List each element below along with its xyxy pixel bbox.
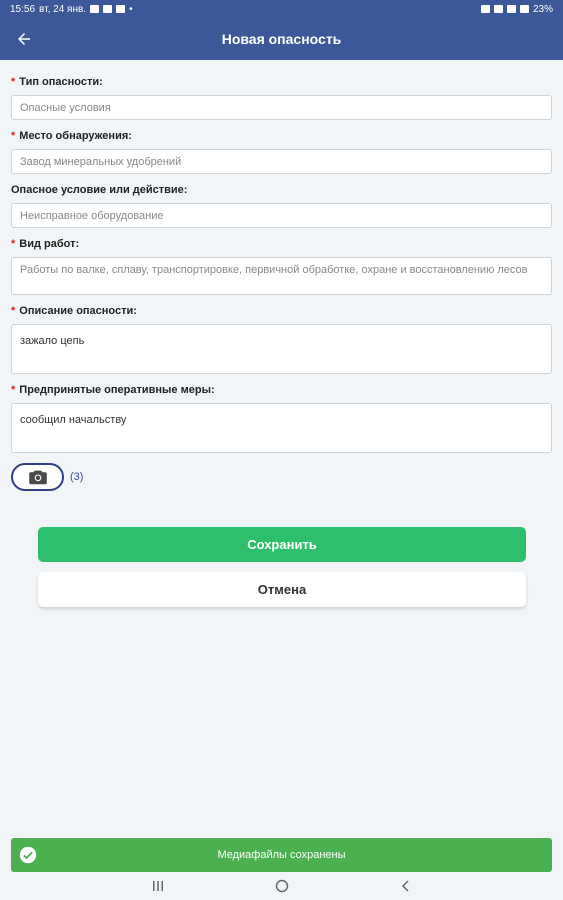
save-button[interactable]: Сохранить [38,527,526,562]
camera-icon [28,470,47,485]
recents-button[interactable] [150,878,166,894]
photo-count: (3) [70,471,84,483]
page-title: Новая опасность [221,31,342,47]
field-label: Опасное условие или действие: [11,184,552,197]
wifi-icon [506,5,516,13]
field-hazard-type: * Тип опасности: Опасные условия [11,76,552,120]
dot-icon: • [129,3,133,15]
image-icon [116,5,126,13]
measures-textarea[interactable]: сообщил начальству [11,403,552,453]
field-label: * Вид работ: [11,238,552,251]
field-label-text: Опасное условие или действие: [11,184,188,196]
field-label-text: Предпринятые оперативные меры: [19,384,215,396]
arrow-left-icon [18,33,30,45]
description-textarea[interactable]: зажало цепь [11,324,552,374]
field-condition: Опасное условие или действие: Неисправно… [11,184,552,228]
status-bar-left: 15:56 вт, 24 янв. • [10,4,133,15]
field-description: * Описание опасности: зажало цепь [11,305,552,374]
toast-text: Медиафайлы сохранены [217,849,346,861]
required-mark: * [11,130,16,142]
lock-icon [480,5,490,13]
system-nav-bar [0,872,563,900]
work-type-select[interactable]: Работы по валке, сплаву, транспортировке… [11,257,552,295]
mail-icon [90,5,100,13]
system-back-button[interactable] [398,878,414,894]
field-label: * Место обнаружения: [11,130,552,143]
field-label-text: Место обнаружения: [19,130,132,142]
mute-icon [493,5,503,13]
battery-level: 23% [532,3,553,15]
app-bar: Новая опасность [0,18,563,60]
required-mark: * [11,384,16,396]
required-mark: * [11,238,16,250]
status-date: вт, 24 янв. [39,3,87,15]
back-icon [401,880,409,892]
field-label-text: Описание опасности: [19,305,137,317]
field-label: * Предпринятые оперативные меры: [11,384,552,397]
toast-message: Медиафайлы сохранены [11,838,552,872]
add-photo-button[interactable] [11,463,64,491]
field-label-text: Вид работ: [19,238,80,250]
home-icon [275,879,288,893]
check-circle-icon [19,846,37,864]
hazard-form: * Тип опасности: Опасные условия * Место о… [11,76,552,491]
required-mark: * [11,305,16,317]
field-label: * Описание опасности: [11,305,552,318]
field-work-type: * Вид работ: Работы по валке, сплаву, тра… [11,238,552,295]
status-bar-right: 23% [480,3,553,15]
cancel-button[interactable]: Отмена [38,572,526,607]
back-button[interactable] [12,27,36,51]
condition-select[interactable]: Неисправное оборудование [11,203,552,228]
field-location: * Место обнаружения: Завод минеральных уд… [11,130,552,174]
field-label-text: Тип опасности: [19,76,103,88]
field-label: * Тип опасности: [11,76,552,89]
photo-row: (3) [11,463,552,491]
telegram-icon [103,5,113,13]
home-button[interactable] [274,878,290,894]
required-mark: * [11,76,16,88]
field-measures: * Предпринятые оперативные меры: сообщил … [11,384,552,453]
location-select[interactable]: Завод минеральных удобрений [11,149,552,174]
battery-icon [519,5,529,13]
recents-icon [152,881,163,891]
status-time: 15:56 [10,3,36,15]
status-bar: 15:56 вт, 24 янв. • 23% [0,0,563,18]
hazard-type-select[interactable]: Опасные условия [11,95,552,120]
